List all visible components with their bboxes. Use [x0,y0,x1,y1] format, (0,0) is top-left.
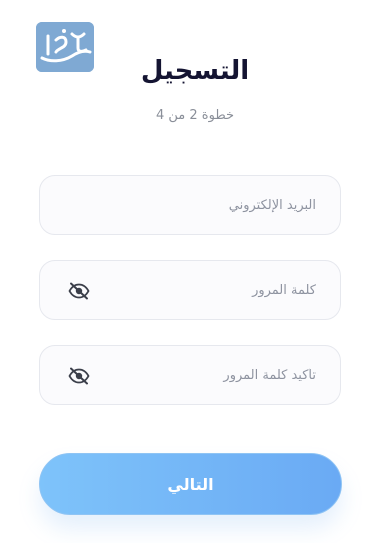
confirm-eye-off-icon[interactable] [68,367,90,385]
password-field[interactable] [39,260,341,320]
confirm-password-field[interactable] [39,345,341,405]
password-eye-off-icon[interactable] [68,282,90,300]
step-indicator: خطوة 2 من 4 [155,108,235,123]
email-input[interactable] [40,176,340,234]
next-button[interactable]: التالي [39,453,342,515]
page-title: التسجيل [140,56,250,86]
email-field[interactable] [39,175,341,235]
